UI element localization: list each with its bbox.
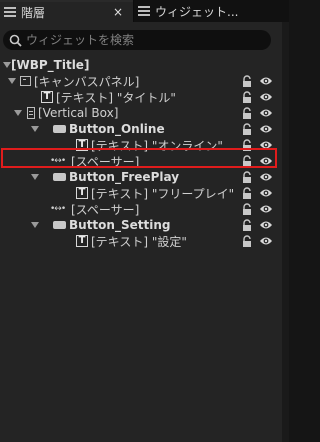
tree-row-label: Button_Setting bbox=[69, 218, 171, 232]
tab-widget[interactable]: ウィジェット... bbox=[134, 0, 289, 22]
tab-widget-label: ウィジェット... bbox=[155, 4, 239, 19]
tree-row[interactable]: [キャンバスパネル] bbox=[0, 73, 282, 89]
lock-icon[interactable] bbox=[241, 171, 253, 183]
tree-row-content: T [テキスト] "タイトル" bbox=[41, 89, 176, 106]
tree-row-content: T [テキスト] "設定" bbox=[76, 233, 187, 250]
text-widget-icon: T bbox=[41, 91, 53, 103]
expand-arrow-icon[interactable] bbox=[8, 78, 16, 84]
close-icon[interactable]: × bbox=[113, 5, 123, 19]
button-widget-icon bbox=[53, 125, 66, 133]
button-widget-icon bbox=[53, 173, 66, 181]
lock-icon[interactable] bbox=[241, 123, 253, 135]
tree-row-label: Button_Online bbox=[69, 122, 165, 136]
text-widget-icon: T bbox=[76, 187, 88, 199]
visibility-eye-icon[interactable] bbox=[259, 203, 273, 215]
tree-row-label: [テキスト] "タイトル" bbox=[56, 90, 176, 105]
tree-row-content: Button_Online bbox=[53, 122, 165, 136]
tree-row[interactable]: Button_FreePlay bbox=[0, 169, 282, 185]
tab-hierarchy-label: 階層 bbox=[21, 5, 46, 20]
visibility-eye-icon[interactable] bbox=[259, 123, 273, 135]
tree-row[interactable]: Button_Setting bbox=[0, 217, 282, 233]
tree-row-content: [キャンバスパネル] bbox=[20, 73, 139, 90]
lock-icon[interactable] bbox=[241, 75, 253, 87]
hierarchy-icon bbox=[4, 7, 16, 17]
expand-arrow-icon[interactable] bbox=[31, 174, 39, 180]
button-widget-icon bbox=[53, 221, 66, 229]
tree-row-content: Button_Setting bbox=[53, 218, 170, 232]
canvas-panel-icon bbox=[20, 76, 31, 86]
visibility-eye-icon[interactable] bbox=[259, 219, 273, 231]
visibility-eye-icon[interactable] bbox=[259, 91, 273, 103]
tree-row[interactable]: Button_Online bbox=[0, 121, 282, 137]
scrollbar[interactable] bbox=[282, 22, 289, 442]
tree-row[interactable]: T [テキスト] "タイトル" bbox=[0, 89, 282, 105]
lock-icon[interactable] bbox=[241, 235, 253, 247]
lock-icon[interactable] bbox=[241, 91, 253, 103]
tree-row-label: [スペーサー] bbox=[71, 202, 140, 217]
visibility-eye-icon[interactable] bbox=[259, 75, 273, 87]
tree-row-content: [Vertical Box] bbox=[27, 106, 118, 120]
lock-icon[interactable] bbox=[241, 107, 253, 119]
tree-row-label: [テキスト] "設定" bbox=[91, 234, 187, 249]
expand-arrow-icon[interactable] bbox=[31, 222, 39, 228]
lock-icon[interactable] bbox=[241, 203, 253, 215]
text-widget-icon: T bbox=[76, 235, 88, 247]
widget-list-icon bbox=[138, 6, 150, 16]
tree-row-content: •↔• [スペーサー] bbox=[50, 201, 139, 218]
visibility-eye-icon[interactable] bbox=[259, 187, 273, 199]
expand-arrow-icon[interactable] bbox=[14, 110, 22, 116]
vertical-box-icon bbox=[27, 107, 35, 119]
tree-row[interactable]: T [テキスト] "フリープレイ" bbox=[0, 185, 282, 201]
selection-highlight bbox=[1, 148, 277, 168]
tree-row-content: Button_FreePlay bbox=[53, 170, 179, 184]
search-icon bbox=[9, 34, 22, 47]
spacer-icon: •↔• bbox=[50, 204, 66, 214]
tree-row-label: [Vertical Box] bbox=[38, 106, 119, 120]
tree-row-label: Button_FreePlay bbox=[69, 170, 180, 184]
tree-row-label: [WBP_Title] bbox=[11, 58, 90, 72]
tab-hierarchy[interactable]: 階層 × bbox=[0, 0, 133, 22]
search-box[interactable] bbox=[3, 30, 271, 50]
tree-row[interactable]: •↔• [スペーサー] bbox=[0, 201, 282, 217]
expand-arrow-icon[interactable] bbox=[31, 126, 39, 132]
tree-row-label: [テキスト] "フリープレイ" bbox=[91, 186, 235, 201]
tree-row[interactable]: T [テキスト] "設定" bbox=[0, 233, 282, 249]
tree-row[interactable]: [Vertical Box] bbox=[0, 105, 282, 121]
tab-bar: 階層 × ウィジェット... bbox=[0, 0, 289, 22]
tree-row-content: [WBP_Title] bbox=[11, 58, 89, 72]
tree-row-label: [キャンバスパネル] bbox=[34, 74, 140, 89]
lock-icon[interactable] bbox=[241, 187, 253, 199]
visibility-eye-icon[interactable] bbox=[259, 107, 273, 119]
visibility-eye-icon[interactable] bbox=[259, 171, 273, 183]
search-input[interactable] bbox=[26, 33, 246, 47]
visibility-eye-icon[interactable] bbox=[259, 235, 273, 247]
lock-icon[interactable] bbox=[241, 219, 253, 231]
expand-arrow-icon[interactable] bbox=[3, 62, 11, 68]
tree-row-content: T [テキスト] "フリープレイ" bbox=[76, 185, 234, 202]
tree-row[interactable]: [WBP_Title] bbox=[0, 57, 282, 73]
